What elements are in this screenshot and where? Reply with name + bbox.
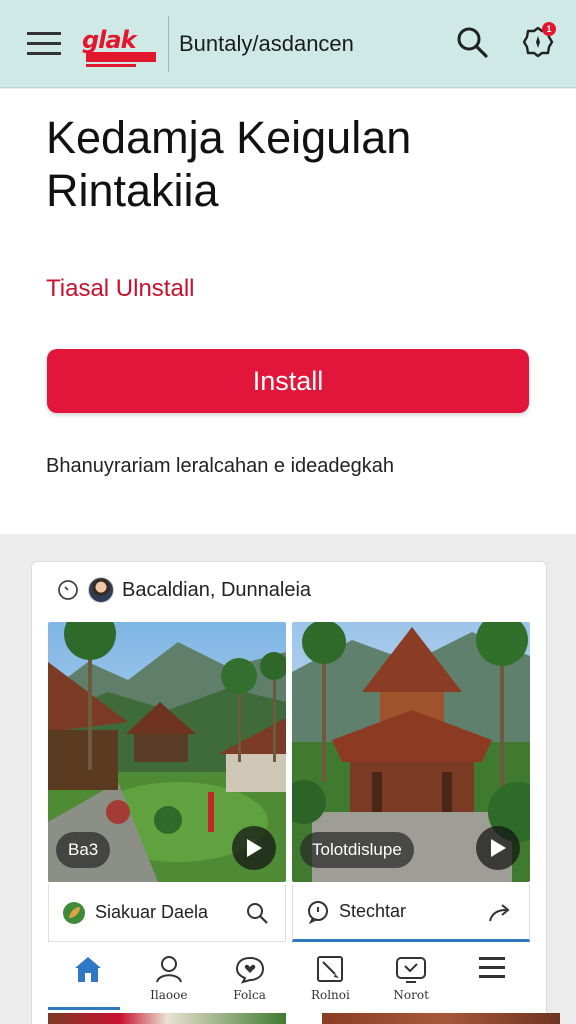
hamburger-icon — [27, 31, 61, 55]
media-thumbnail-village[interactable]: Ba3 — [48, 622, 286, 882]
nav-label-edit: Rolnoi — [310, 988, 350, 1002]
home-icon — [75, 957, 101, 982]
search-button[interactable] — [448, 18, 496, 66]
logo-stripe-thin — [86, 63, 136, 67]
edit-icon — [317, 956, 344, 982]
media-actions-left: Siakuar Daela — [48, 884, 286, 942]
chat-bubble-icon — [305, 899, 331, 925]
nav-item-home[interactable] — [48, 946, 128, 1012]
media-actions-right: Stechtar — [292, 884, 530, 942]
install-button[interactable]: Install — [47, 349, 529, 413]
notifications-button[interactable]: 1 — [514, 18, 562, 66]
menu-icon — [478, 957, 505, 978]
header-actions: 1 — [448, 18, 562, 66]
nav-label-profile: Ilaooe — [150, 988, 188, 1002]
content-card: Bacaldian, Dunnaleia Ba3 Tolotdislupe Si… — [31, 561, 560, 1024]
nav-item-favorites[interactable]: Folca — [210, 946, 290, 1012]
person-icon — [155, 956, 182, 983]
logo-wordmark: glak — [82, 25, 137, 54]
nav-item-edit[interactable]: Rolnoi — [290, 946, 370, 1012]
media-thumbnail-pavilion[interactable]: Tolotdislupe — [292, 622, 530, 882]
next-row-thumbnail-left[interactable] — [48, 1013, 286, 1024]
nav-item-more[interactable] — [452, 946, 532, 1012]
search-icon — [457, 27, 488, 58]
bottom-navigation: Ilaooe Folca Rolnoi Norot — [48, 946, 532, 1012]
header-divider — [168, 15, 169, 72]
media-action-label-right[interactable]: Stechtar — [339, 901, 406, 922]
hero-description: Bhanuyrariam leralcahan e ideadegkah — [46, 455, 395, 477]
play-icon — [491, 839, 506, 857]
media-label-right: Tolotdislupe — [300, 832, 414, 868]
play-button-left[interactable] — [232, 826, 276, 870]
play-icon — [247, 839, 262, 857]
header-title: Buntaly/asdancen — [179, 30, 354, 56]
nav-label-tv: Norot — [393, 988, 429, 1002]
hero-section: Kedamja Keigulan Rintakiia Tiasal Ulnsta… — [0, 89, 576, 534]
nav-label-favorites: Folca — [233, 988, 266, 1002]
share-arrow-icon — [489, 904, 510, 922]
author-name[interactable]: Bacaldian, Dunnaleia — [122, 579, 311, 602]
leaf-icon — [61, 900, 87, 926]
next-row-thumbnail-right[interactable] — [322, 1013, 560, 1024]
media-action-label-left[interactable]: Siakuar Daela — [95, 902, 208, 923]
share-button[interactable] — [487, 899, 515, 927]
top-app-bar: glak Buntaly/asdancen 1 — [0, 0, 576, 88]
nav-item-tv[interactable]: Norot — [371, 946, 451, 1012]
notification-badge: 1 — [542, 22, 556, 36]
search-button-small[interactable] — [243, 899, 271, 927]
logo-stripe — [86, 51, 156, 62]
page-title: Kedamja Keigulan Rintakiia — [46, 112, 412, 217]
nav-item-profile[interactable]: Ilaooe — [129, 946, 209, 1012]
hamburger-menu-button[interactable] — [22, 22, 66, 66]
hero-subtitle: Tiasal Ulnstall — [46, 275, 195, 302]
search-icon — [247, 903, 268, 924]
card-header: Bacaldian, Dunnaleia — [32, 562, 548, 618]
media-label-left: Ba3 — [56, 832, 111, 868]
tv-icon — [396, 957, 427, 983]
play-button-right[interactable] — [476, 826, 520, 870]
brand-logo[interactable]: glak — [80, 22, 160, 67]
heart-chat-icon — [235, 956, 264, 984]
clock-icon — [56, 578, 80, 602]
author-avatar[interactable] — [88, 577, 114, 603]
